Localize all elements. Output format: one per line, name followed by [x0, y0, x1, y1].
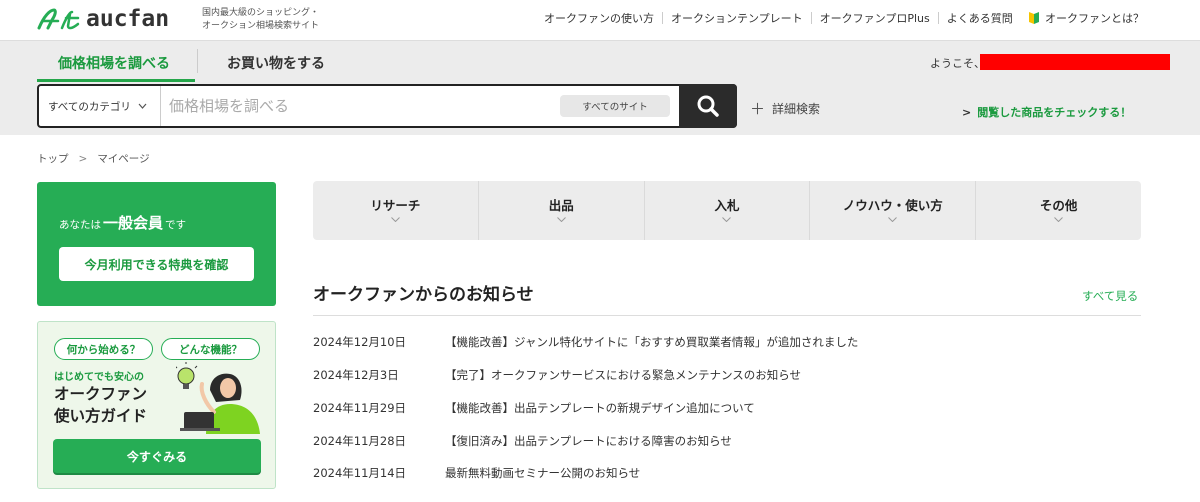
- category-select[interactable]: すべてのカテゴリ: [39, 86, 161, 126]
- membership-rank: 一般会員: [103, 214, 164, 232]
- top-bar: aucfan 国内最大級のショッピング・ オークション相場検索サイト オークファ…: [0, 0, 1200, 40]
- news-date: 2024年11月14日: [313, 466, 407, 481]
- nav-link-pro-plus[interactable]: オークファンプロPlus: [812, 10, 938, 26]
- news-see-all-link[interactable]: すべて見る: [1082, 288, 1138, 304]
- news-date: 2024年12月10日: [313, 335, 407, 350]
- membership-prefix: あなたは: [59, 219, 101, 231]
- news-section-title: オークファンからのお知らせ: [313, 285, 534, 305]
- active-tab-indicator: [37, 79, 195, 82]
- viewed-items-label: 閲覧した商品をチェックする！: [977, 106, 1132, 119]
- news-headline[interactable]: 【機能改善】ジャンル特化サイトに「おすすめ買取業者情報」が追加されました: [445, 334, 1141, 350]
- news-headline[interactable]: 【機能改善】出品テンプレートの新規デザイン追加について: [445, 400, 1141, 416]
- nav-link-how-to-use[interactable]: オークファンの使い方: [536, 10, 662, 26]
- category-label: 出品: [548, 198, 574, 213]
- beginner-mark-icon: [1029, 12, 1039, 24]
- guide-title-line-1: オークファン: [54, 385, 148, 403]
- usage-guide-banner[interactable]: 何から始める？ どんな機能？ はじめてでも安心の オークファン 使い方ガイド 今…: [37, 321, 276, 489]
- woman-with-laptop-illustration: [176, 362, 260, 434]
- guide-pill-features: どんな機能？: [161, 338, 260, 360]
- breadcrumb-separator-icon: >: [78, 152, 88, 165]
- category-knowhow[interactable]: ノウハウ・使い方: [810, 181, 977, 240]
- news-item[interactable]: 2024年11月28日 【復旧済み】出品テンプレートにおける障害のお知らせ: [313, 424, 1141, 457]
- tab-shopping[interactable]: お買い物をする: [227, 53, 325, 73]
- category-label: リサーチ: [370, 198, 421, 213]
- guide-title-line-2: 使い方ガイド: [54, 407, 148, 425]
- news-item[interactable]: 2024年11月14日 最新無料動画セミナー公開のお知らせ: [313, 457, 1141, 490]
- category-listing[interactable]: 出品: [479, 181, 645, 240]
- tab-price-research[interactable]: 価格相場を調べる: [58, 53, 170, 73]
- chevron-down-icon: [1054, 217, 1063, 222]
- membership-card: あなたは 一般会員 です 今月利用できる特典を確認: [37, 182, 276, 306]
- aucfan-logo[interactable]: aucfan: [36, 6, 169, 32]
- search-button[interactable]: [679, 84, 737, 128]
- membership-status: あなたは 一般会員 です: [59, 212, 186, 233]
- nav-link-faq[interactable]: よくある質問: [939, 10, 1021, 26]
- nav-link-auction-template[interactable]: オークションテンプレート: [663, 10, 811, 26]
- breadcrumb: トップ > マイページ: [37, 151, 150, 166]
- guide-pill-where-to-start: 何から始める？: [54, 338, 153, 360]
- lightbulb-icon: [176, 362, 198, 389]
- logo-wordmark: aucfan: [86, 6, 170, 32]
- news-list: 2024年12月10日 【機能改善】ジャンル特化サイトに「おすすめ買取業者情報」…: [313, 326, 1141, 490]
- divider: [313, 315, 1141, 316]
- news-item[interactable]: 2024年11月29日 【機能改善】出品テンプレートの新規デザイン追加について: [313, 392, 1141, 425]
- category-select-value: すべてのカテゴリ: [48, 100, 131, 113]
- search-header: 価格相場を調べる お買い物をする ようこそ、 すべてのカテゴリ すべてのサイト …: [0, 40, 1200, 135]
- news-headline[interactable]: 【完了】オークファンサービスにおける緊急メンテナンスのお知らせ: [445, 367, 1141, 383]
- category-menu: リサーチ 出品 入札 ノウハウ・使い方 その他: [313, 181, 1141, 240]
- advanced-search-link[interactable]: ＋ 詳細検索: [750, 98, 820, 119]
- chevron-right-icon: >: [962, 105, 972, 119]
- category-label: その他: [1039, 198, 1078, 213]
- news-headline[interactable]: 【復旧済み】出品テンプレートにおける障害のお知らせ: [445, 433, 1141, 449]
- category-bidding[interactable]: 入札: [645, 181, 811, 240]
- about-link[interactable]: オークファンとは？: [1028, 10, 1144, 26]
- redacted-username: [980, 54, 1170, 70]
- advanced-search-label: 詳細検索: [772, 102, 821, 116]
- chevron-down-icon: [138, 101, 147, 112]
- viewed-items-link[interactable]: > 閲覧した商品をチェックする！: [958, 97, 1144, 127]
- search-icon: [697, 95, 719, 117]
- category-label: 入札: [714, 198, 740, 213]
- news-date: 2024年12月3日: [313, 368, 399, 383]
- tagline-line-1: 国内最大級のショッピング・: [202, 8, 320, 18]
- site-filter-button[interactable]: すべてのサイト: [560, 95, 670, 117]
- plus-icon: ＋: [750, 100, 766, 118]
- news-headline[interactable]: 最新無料動画セミナー公開のお知らせ: [445, 465, 1141, 481]
- check-benefits-button[interactable]: 今月利用できる特典を確認: [59, 247, 254, 281]
- news-date: 2024年11月29日: [313, 400, 407, 415]
- logo-mark-icon: [37, 8, 80, 30]
- breadcrumb-mypage: マイページ: [97, 153, 150, 165]
- news-item[interactable]: 2024年12月3日 【完了】オークファンサービスにおける緊急メンテナンスのお知…: [313, 359, 1141, 392]
- guide-title: オークファン 使い方ガイド: [54, 383, 194, 427]
- search-bar: すべてのカテゴリ すべてのサイト: [37, 84, 737, 128]
- welcome-label: ようこそ、: [930, 57, 985, 70]
- membership-suffix: です: [165, 219, 187, 231]
- search-input[interactable]: [169, 90, 549, 122]
- breadcrumb-top[interactable]: トップ: [37, 151, 69, 166]
- tagline: 国内最大級のショッピング・ オークション相場検索サイト: [202, 7, 342, 33]
- news-item[interactable]: 2024年12月10日 【機能改善】ジャンル特化サイトに「おすすめ買取業者情報」…: [313, 326, 1141, 359]
- chevron-down-icon: [722, 217, 732, 222]
- category-research[interactable]: リサーチ: [313, 181, 479, 240]
- guide-subtitle: はじめてでも安心の: [54, 372, 144, 383]
- tagline-line-2: オークション相場検索サイト: [202, 21, 320, 31]
- chevron-down-icon: [391, 217, 400, 222]
- chevron-down-icon: [556, 217, 566, 222]
- chevron-down-icon: [888, 217, 898, 222]
- view-guide-button[interactable]: 今すぐみる: [53, 439, 261, 473]
- top-nav: オークファンの使い方 オークションテンプレート オークファンプロPlus よくあ…: [536, 10, 1021, 26]
- category-label: ノウハウ・使い方: [842, 198, 943, 213]
- tab-divider: [197, 49, 198, 73]
- category-other[interactable]: その他: [976, 181, 1141, 240]
- news-date: 2024年11月28日: [313, 433, 407, 448]
- about-label: オークファンとは？: [1045, 12, 1144, 25]
